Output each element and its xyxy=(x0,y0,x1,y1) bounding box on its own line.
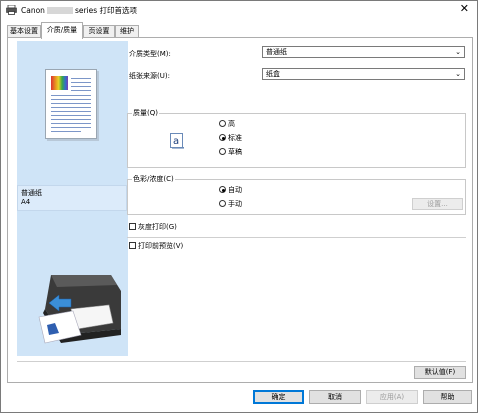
quality-draft-radio[interactable]: 草稿 xyxy=(219,148,242,157)
color-intensity-group: 色彩/浓度(C) 自动 手动 设置... xyxy=(127,175,466,215)
preview-media-name: 普通纸 xyxy=(21,189,42,197)
printer-illustration-icon xyxy=(38,275,121,344)
color-auto-radio[interactable]: 自动 xyxy=(219,186,242,195)
paper-source-select[interactable]: 纸盒 ⌄ xyxy=(262,68,465,80)
help-button[interactable]: 帮助 xyxy=(423,390,472,404)
tab-panel-media-quality: 普通纸 A4 介质类型(M): 普通纸 ⌄ 纸张来源(U): 纸盒 ⌄ 质量(Q… xyxy=(7,37,473,383)
media-type-select[interactable]: 普通纸 ⌄ xyxy=(262,46,465,58)
cancel-button[interactable]: 取消 xyxy=(309,390,361,404)
window-title: Canon series 打印首选项 xyxy=(21,6,138,15)
redacted-model-name xyxy=(46,7,73,14)
media-info-box: 普通纸 A4 xyxy=(17,185,127,211)
title-bar: Canon series 打印首选项 ✕ xyxy=(1,1,477,19)
preview-paper-size: A4 xyxy=(21,198,31,206)
settings-preview-pane: 普通纸 A4 xyxy=(17,41,128,356)
color-intensity-label: 色彩/浓度(C) xyxy=(132,175,175,184)
divider xyxy=(127,237,466,238)
preview-color-image xyxy=(51,76,68,90)
color-settings-button[interactable]: 设置... xyxy=(412,198,463,210)
apply-button[interactable]: 应用(A) xyxy=(366,390,418,404)
printer-icon xyxy=(6,5,17,15)
chevron-down-icon: ⌄ xyxy=(455,70,461,78)
svg-text:a: a xyxy=(173,136,179,147)
color-manual-radio[interactable]: 手动 xyxy=(219,200,242,209)
chevron-down-icon: ⌄ xyxy=(455,48,461,56)
page-preview-thumbnail xyxy=(45,69,97,139)
tab-media-quality[interactable]: 介质/质量 xyxy=(41,22,83,39)
divider xyxy=(17,361,466,362)
preview-before-print-checkbox[interactable]: 打印前预览(V) xyxy=(129,242,183,251)
quality-group: 质量(Q) a 高 标准 草稿 xyxy=(127,109,466,168)
tab-strip: 基本设置 介质/质量 页设置 维护 xyxy=(7,22,471,39)
grayscale-print-checkbox[interactable]: 灰度打印(G) xyxy=(129,223,177,232)
print-preferences-window: Canon series 打印首选项 ✕ 基本设置 介质/质量 页设置 维护 普… xyxy=(0,0,478,413)
quality-group-label: 质量(Q) xyxy=(132,109,159,118)
defaults-button[interactable]: 默认值(F) xyxy=(414,366,466,379)
media-type-label: 介质类型(M): xyxy=(129,50,171,58)
close-icon[interactable]: ✕ xyxy=(460,3,469,15)
quality-standard-radio[interactable]: 标准 xyxy=(219,134,242,143)
quality-high-radio[interactable]: 高 xyxy=(219,120,235,129)
ok-button[interactable]: 确定 xyxy=(253,390,304,404)
quality-icon: a xyxy=(170,133,184,149)
paper-source-label: 纸张来源(U): xyxy=(129,72,170,80)
